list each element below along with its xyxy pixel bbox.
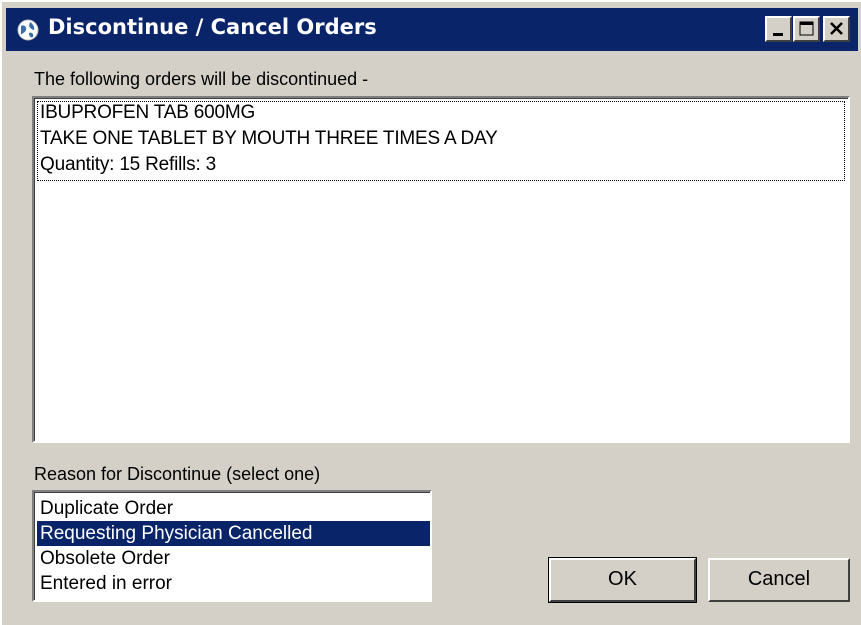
title-bar[interactable]: Discontinue / Cancel Orders — [6, 8, 858, 51]
reason-option-physician-cancelled[interactable]: Requesting Physician Cancelled — [37, 521, 430, 546]
maximize-icon — [799, 21, 814, 36]
reason-option-obsolete[interactable]: Obsolete Order — [37, 546, 430, 571]
reason-option-duplicate[interactable]: Duplicate Order — [37, 496, 430, 521]
window-title: Discontinue / Cancel Orders — [48, 15, 377, 39]
order-quantity-line: Quantity: 15 Refills: 3 — [40, 154, 216, 175]
minimize-button[interactable] — [765, 16, 792, 42]
orders-label: The following orders will be discontinue… — [34, 69, 369, 89]
ok-button[interactable]: OK — [548, 557, 697, 603]
close-button[interactable] — [823, 16, 850, 42]
maximize-button[interactable] — [793, 16, 820, 42]
list-item[interactable]: IBUPROFEN TAB 600MG TAKE ONE TABLET BY M… — [37, 101, 845, 181]
reason-option-entered-in-error[interactable]: Entered in error — [37, 571, 430, 596]
dialog-window: Discontinue / Cancel Orders The followin… — [0, 0, 861, 625]
globe-icon — [16, 18, 40, 42]
minimize-icon — [773, 33, 783, 36]
order-drug-line: IBUPROFEN TAB 600MG — [40, 102, 256, 123]
reason-listbox[interactable]: Duplicate Order Requesting Physician Can… — [32, 490, 432, 602]
order-sig-line: TAKE ONE TABLET BY MOUTH THREE TIMES A D… — [40, 128, 498, 149]
cancel-button[interactable]: Cancel — [708, 558, 850, 602]
reason-label: Reason for Discontinue (select one) — [34, 464, 321, 484]
close-icon — [830, 22, 843, 35]
orders-list[interactable]: IBUPROFEN TAB 600MG TAKE ONE TABLET BY M… — [32, 96, 850, 443]
